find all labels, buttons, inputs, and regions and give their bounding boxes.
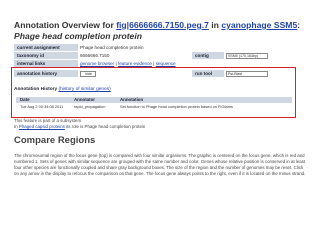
history-title: Annotation History — [14, 87, 58, 92]
annotation-overview-page: Annotation Overview for fig|6666666.7150… — [0, 0, 320, 240]
phaged-suffix: its role is Phage head completion protei… — [64, 124, 146, 129]
feature-link[interactable]: fig|6666666.7150.peg.7 — [116, 20, 209, 30]
annotation-history-row: annotation history hide run tool Psi-Bla… — [14, 70, 306, 77]
page-title: Annotation Overview for fig|6666666.7150… — [14, 20, 314, 42]
taxonomy-id-label: taxonomy id — [14, 52, 78, 59]
internal-links-label: internal links — [14, 60, 78, 67]
compare-regions-description: The chromosomal region of the focus gene… — [14, 153, 306, 176]
taxonomy-id-value: 6666666.7150 — [80, 53, 110, 58]
history-annotation: Set function to Phage head completion pr… — [120, 104, 233, 109]
title-prefix: Annotation Overview for — [14, 20, 117, 30]
genome-link[interactable]: cyanophage SSM5 — [221, 20, 297, 30]
internal-links-value: genome browser | feature evidence | sequ… — [80, 61, 176, 66]
history-date: Tue Aug 2 00:34:08 2011 — [20, 104, 64, 109]
run-tool-select[interactable]: Psi-Blast — [226, 70, 268, 77]
title-middle: in — [208, 20, 222, 30]
phaged-capsid-link[interactable]: Phaged capsid proteins — [19, 124, 65, 129]
annotation-history-heading: Annotation History (history of similar g… — [14, 87, 111, 92]
internal-links-row: internal links genome browser | feature … — [14, 60, 306, 67]
history-col-annotation: Annotation — [120, 97, 144, 102]
hide-button[interactable]: hide — [80, 70, 96, 77]
compare-regions-title: Compare Regions — [14, 135, 96, 146]
genome-browser-link[interactable]: genome browser — [80, 61, 114, 66]
current-assignment-label: current assignment — [14, 44, 78, 51]
table-row: Tue Aug 2 00:34:08 2011 rapid_propagatio… — [16, 104, 292, 110]
contig-select[interactable]: SSM5 (170,164bp) — [226, 52, 268, 59]
phaged-note: In Phaged capsid proteins its role is Ph… — [14, 124, 145, 130]
similar-history-link[interactable]: (history of similar genes) — [59, 87, 111, 92]
history-col-date: Date — [20, 97, 30, 102]
contig-label: contig — [192, 52, 224, 59]
history-table-header: Date Annotator Annotation — [16, 97, 292, 103]
page-subtitle: Phage head completion protein — [14, 31, 142, 41]
annotation-history-label: annotation history — [14, 70, 78, 77]
sequence-link[interactable]: sequence — [156, 61, 176, 66]
history-annotator: rapid_propagation — [74, 104, 106, 109]
history-col-annotator: Annotator — [74, 97, 95, 102]
feature-evidence-link[interactable]: feature evidence — [118, 61, 152, 66]
current-assignment-value: Phage head completion protein — [80, 45, 144, 50]
title-suffix: : — [297, 20, 301, 30]
taxonomy-id-row: taxonomy id 6666666.7150 contig SSM5 (17… — [14, 52, 306, 59]
current-assignment-row: current assignment Phage head completion… — [14, 44, 306, 51]
run-tool-label: run tool — [192, 70, 224, 77]
